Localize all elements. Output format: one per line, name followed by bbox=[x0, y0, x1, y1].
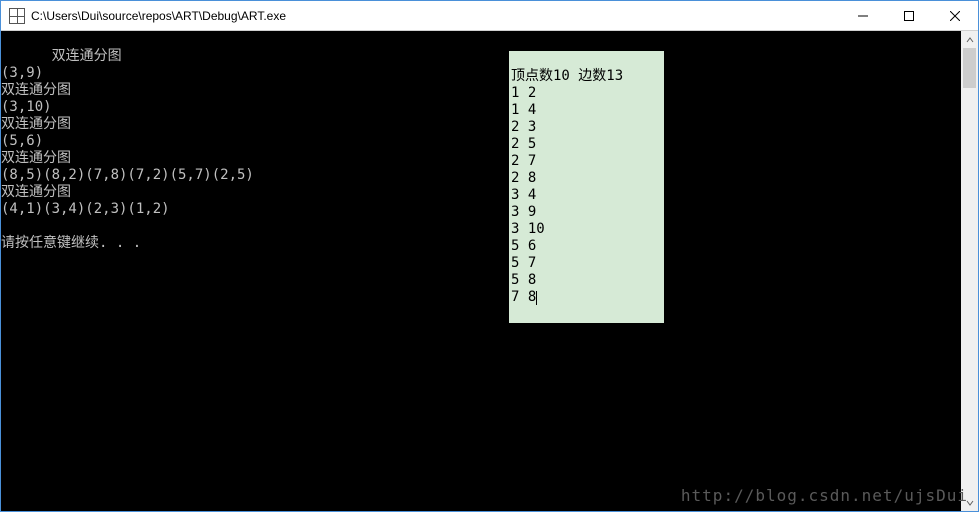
console-line: 双连通分图 bbox=[1, 150, 71, 166]
input-overlay: 顶点数10 边数13 1 2 1 4 2 3 2 5 2 7 2 8 3 4 3… bbox=[509, 51, 664, 323]
text-caret bbox=[536, 291, 537, 305]
overlay-edge: 1 4 bbox=[511, 102, 536, 118]
overlay-edge: 3 9 bbox=[511, 204, 536, 220]
window-title: C:\Users\Dui\source\repos\ART\Debug\ART.… bbox=[31, 9, 840, 23]
console-line: (3,9) bbox=[1, 65, 43, 81]
console-line: (8,5)(8,2)(7,8)(7,2)(5,7)(2,5) bbox=[1, 167, 254, 183]
console-line: 双连通分图 bbox=[52, 48, 122, 64]
overlay-header: 顶点数10 边数13 bbox=[511, 68, 623, 84]
scroll-thumb[interactable] bbox=[963, 48, 976, 88]
chevron-down-icon bbox=[966, 499, 974, 507]
titlebar: C:\Users\Dui\source\repos\ART\Debug\ART.… bbox=[1, 1, 978, 31]
console-line: (3,10) bbox=[1, 99, 52, 115]
maximize-button[interactable] bbox=[886, 1, 932, 30]
maximize-icon bbox=[904, 11, 914, 21]
overlay-edge: 3 4 bbox=[511, 187, 536, 203]
console-line: (5,6) bbox=[1, 133, 43, 149]
overlay-edge: 5 7 bbox=[511, 255, 536, 271]
overlay-edge: 2 8 bbox=[511, 170, 536, 186]
close-icon bbox=[950, 11, 960, 21]
overlay-edge: 3 10 bbox=[511, 221, 545, 237]
console-line: 双连通分图 bbox=[1, 184, 71, 200]
minimize-button[interactable] bbox=[840, 1, 886, 30]
console-line: 双连通分图 bbox=[1, 116, 71, 132]
vertical-scrollbar[interactable] bbox=[961, 31, 978, 511]
overlay-edge: 2 3 bbox=[511, 119, 536, 135]
overlay-edge: 5 8 bbox=[511, 272, 536, 288]
overlay-edge: 7 8 bbox=[511, 289, 536, 305]
app-icon bbox=[9, 8, 25, 24]
scroll-track[interactable] bbox=[961, 48, 978, 494]
chevron-up-icon bbox=[966, 36, 974, 44]
close-button[interactable] bbox=[932, 1, 978, 30]
overlay-edge: 1 2 bbox=[511, 85, 536, 101]
window-controls bbox=[840, 1, 978, 30]
minimize-icon bbox=[858, 11, 868, 21]
overlay-edge: 2 7 bbox=[511, 153, 536, 169]
console-output: 双连通分图 (3,9) 双连通分图 (3,10) 双连通分图 (5,6) 双连通… bbox=[1, 31, 254, 269]
console-client-area: 双连通分图 (3,9) 双连通分图 (3,10) 双连通分图 (5,6) 双连通… bbox=[1, 31, 978, 511]
watermark-text: http://blog.csdn.net/ujsDui bbox=[681, 486, 968, 505]
console-line: 请按任意键继续. . . bbox=[1, 235, 141, 251]
console-line: (4,1)(3,4)(2,3)(1,2) bbox=[1, 201, 170, 217]
console-line: 双连通分图 bbox=[1, 82, 71, 98]
overlay-edge: 5 6 bbox=[511, 238, 536, 254]
scroll-down-button[interactable] bbox=[961, 494, 978, 511]
overlay-edge: 2 5 bbox=[511, 136, 536, 152]
scroll-up-button[interactable] bbox=[961, 31, 978, 48]
app-window: C:\Users\Dui\source\repos\ART\Debug\ART.… bbox=[0, 0, 979, 512]
